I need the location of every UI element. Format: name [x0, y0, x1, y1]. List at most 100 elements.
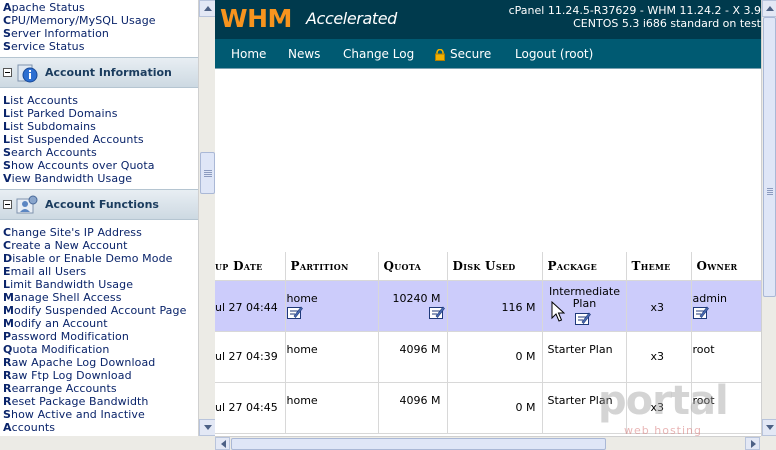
cell-disk-used: 0 M — [447, 382, 543, 434]
link-email-all-users[interactable]: Email all Users — [0, 265, 198, 278]
cell-quota: 10240 M — [378, 280, 448, 332]
chevron-up-icon — [204, 6, 212, 11]
edit-icon[interactable] — [286, 306, 303, 319]
link-search-accounts[interactable]: Search Accounts — [0, 146, 198, 159]
left-navigation-frame: Apache Status CPU/Memory/MySQL Usage Ser… — [0, 0, 198, 436]
column-header-setup-date[interactable]: up Date — [215, 252, 286, 281]
whm-logo: WHM — [220, 4, 292, 33]
top-nav-bar: Home News Change Log Secure Logout (root… — [215, 39, 761, 68]
link-modify-account[interactable]: Modify an Account — [0, 317, 198, 330]
column-header-theme[interactable]: Theme — [626, 252, 692, 281]
scroll-up-button[interactable] — [199, 0, 216, 17]
column-header-disk-used[interactable]: Disk Used — [447, 252, 543, 281]
scroll-up-button[interactable] — [762, 0, 776, 17]
account-information-links: List Accounts List Parked Domains List S… — [0, 94, 198, 185]
edit-icon[interactable] — [428, 306, 445, 319]
nav-secure[interactable]: Secure — [450, 47, 491, 61]
scroll-right-button[interactable] — [745, 437, 760, 450]
section-header-account-functions[interactable]: Account Functions — [0, 189, 198, 220]
scroll-thumb[interactable] — [763, 17, 776, 297]
link-limit-bandwidth[interactable]: Limit Bandwidth Usage — [0, 278, 198, 291]
nav-home[interactable]: Home — [231, 47, 266, 61]
cell-owner: admin — [691, 280, 761, 332]
link-demo-mode[interactable]: Disable or Enable Demo Mode — [0, 252, 198, 265]
nav-change-log[interactable]: Change Log — [343, 47, 414, 61]
collapse-icon[interactable] — [3, 200, 12, 209]
link-modify-suspended-page[interactable]: Modify Suspended Account Page — [0, 304, 198, 317]
cell-quota: 4096 M — [378, 382, 448, 434]
collapse-icon[interactable] — [3, 68, 12, 77]
link-raw-ftp-log[interactable]: Raw Ftp Log Download — [0, 369, 198, 382]
link-show-active-inactive[interactable]: Show Active and Inactive — [0, 408, 198, 421]
cell-package: Starter Plan — [542, 382, 627, 434]
scrollbar-corner — [761, 436, 776, 450]
link-quota-modification[interactable]: Quota Modification — [0, 343, 198, 356]
link-raw-apache-log[interactable]: Raw Apache Log Download — [0, 356, 198, 369]
main-frame-horizontal-scrollbar[interactable] — [215, 436, 761, 450]
accounts-table: up Date Partition Quota Disk Used Packag… — [215, 252, 761, 434]
chevron-up-icon — [766, 6, 774, 11]
link-view-bandwidth-usage[interactable]: View Bandwidth Usage — [0, 172, 198, 185]
section-header-account-information[interactable]: Account Information — [0, 57, 198, 88]
cell-theme: x3 — [626, 382, 692, 434]
link-apache-status[interactable]: Apache Status — [0, 1, 198, 14]
scroll-down-button[interactable] — [199, 419, 216, 436]
main-frame-vertical-scrollbar[interactable] — [761, 0, 776, 436]
cell-partition: home — [285, 280, 379, 332]
column-header-package[interactable]: Package — [542, 252, 627, 281]
chevron-right-icon — [751, 440, 756, 448]
column-header-quota[interactable]: Quota — [378, 252, 448, 281]
lock-icon — [435, 49, 445, 61]
link-change-site-ip[interactable]: Change Site's IP Address — [0, 226, 198, 239]
column-header-partition[interactable]: Partition — [285, 252, 379, 281]
chevron-left-icon — [221, 440, 226, 448]
main-content-frame: WHM Accelerated cPanel 11.24.5-R37629 - … — [215, 0, 761, 436]
cell-partition: home — [285, 331, 379, 383]
link-list-parked-domains[interactable]: List Parked Domains — [0, 107, 198, 120]
scroll-left-button[interactable] — [215, 437, 230, 450]
link-list-accounts[interactable]: List Accounts — [0, 94, 198, 107]
link-show-accounts-over-quota[interactable]: Show Accounts over Quota — [0, 159, 198, 172]
account-functions-icon — [16, 195, 38, 214]
edit-icon[interactable] — [574, 312, 591, 325]
header-divider — [215, 68, 761, 69]
cell-quota: 4096 M — [378, 331, 448, 383]
table-row[interactable]: ul 27 04:45 home 4096 M 0 M Starter Plan… — [215, 382, 761, 434]
link-server-information[interactable]: Server Information — [0, 27, 198, 40]
link-service-status[interactable]: Service Status — [0, 40, 198, 53]
cell-disk-used: 116 M — [447, 280, 543, 332]
link-password-modification[interactable]: Password Modification — [0, 330, 198, 343]
edit-icon[interactable] — [692, 306, 709, 319]
table-row[interactable]: ul 27 04:39 home 4096 M 0 M Starter Plan… — [215, 331, 761, 383]
cell-setup-date: ul 27 04:44 — [215, 280, 286, 332]
chevron-down-icon — [766, 425, 774, 430]
scroll-down-button[interactable] — [762, 419, 776, 436]
whm-logo-subtitle: Accelerated — [306, 9, 397, 28]
cell-owner: root — [691, 382, 761, 434]
link-show-active-inactive-cont[interactable]: Accounts — [0, 421, 198, 434]
link-list-subdomains[interactable]: List Subdomains — [0, 120, 198, 133]
browser-window: Apache Status CPU/Memory/MySQL Usage Ser… — [0, 0, 776, 450]
link-create-new-account[interactable]: Create a New Account — [0, 239, 198, 252]
column-header-owner[interactable]: Owner — [691, 252, 761, 281]
link-reset-package-bandwidth[interactable]: Reset Package Bandwidth — [0, 395, 198, 408]
nav-news[interactable]: News — [288, 47, 320, 61]
cell-setup-date: ul 27 04:39 — [215, 331, 286, 383]
link-list-suspended-accounts[interactable]: List Suspended Accounts — [0, 133, 198, 146]
cell-disk-used: 0 M — [447, 331, 543, 383]
scroll-thumb[interactable] — [231, 438, 606, 450]
server-status-links: Apache Status CPU/Memory/MySQL Usage Ser… — [0, 1, 198, 53]
left-frame-footer — [0, 436, 215, 450]
link-cpu-memory-mysql-usage[interactable]: CPU/Memory/MySQL Usage — [0, 14, 198, 27]
cell-setup-date: ul 27 04:45 — [215, 382, 286, 434]
cell-owner: root — [691, 331, 761, 383]
header-banner: WHM Accelerated cPanel 11.24.5-R37629 - … — [215, 0, 761, 39]
nav-logout[interactable]: Logout (root) — [515, 47, 593, 61]
table-row[interactable]: ul 27 04:44 home 10240 M 116 M Intermedi… — [215, 280, 761, 332]
left-frame-scrollbar[interactable] — [198, 0, 216, 436]
info-icon — [17, 64, 38, 83]
scroll-thumb[interactable] — [200, 152, 215, 194]
link-manage-shell-access[interactable]: Manage Shell Access — [0, 291, 198, 304]
link-rearrange-accounts[interactable]: Rearrange Accounts — [0, 382, 198, 395]
section-title: Account Information — [45, 66, 172, 79]
